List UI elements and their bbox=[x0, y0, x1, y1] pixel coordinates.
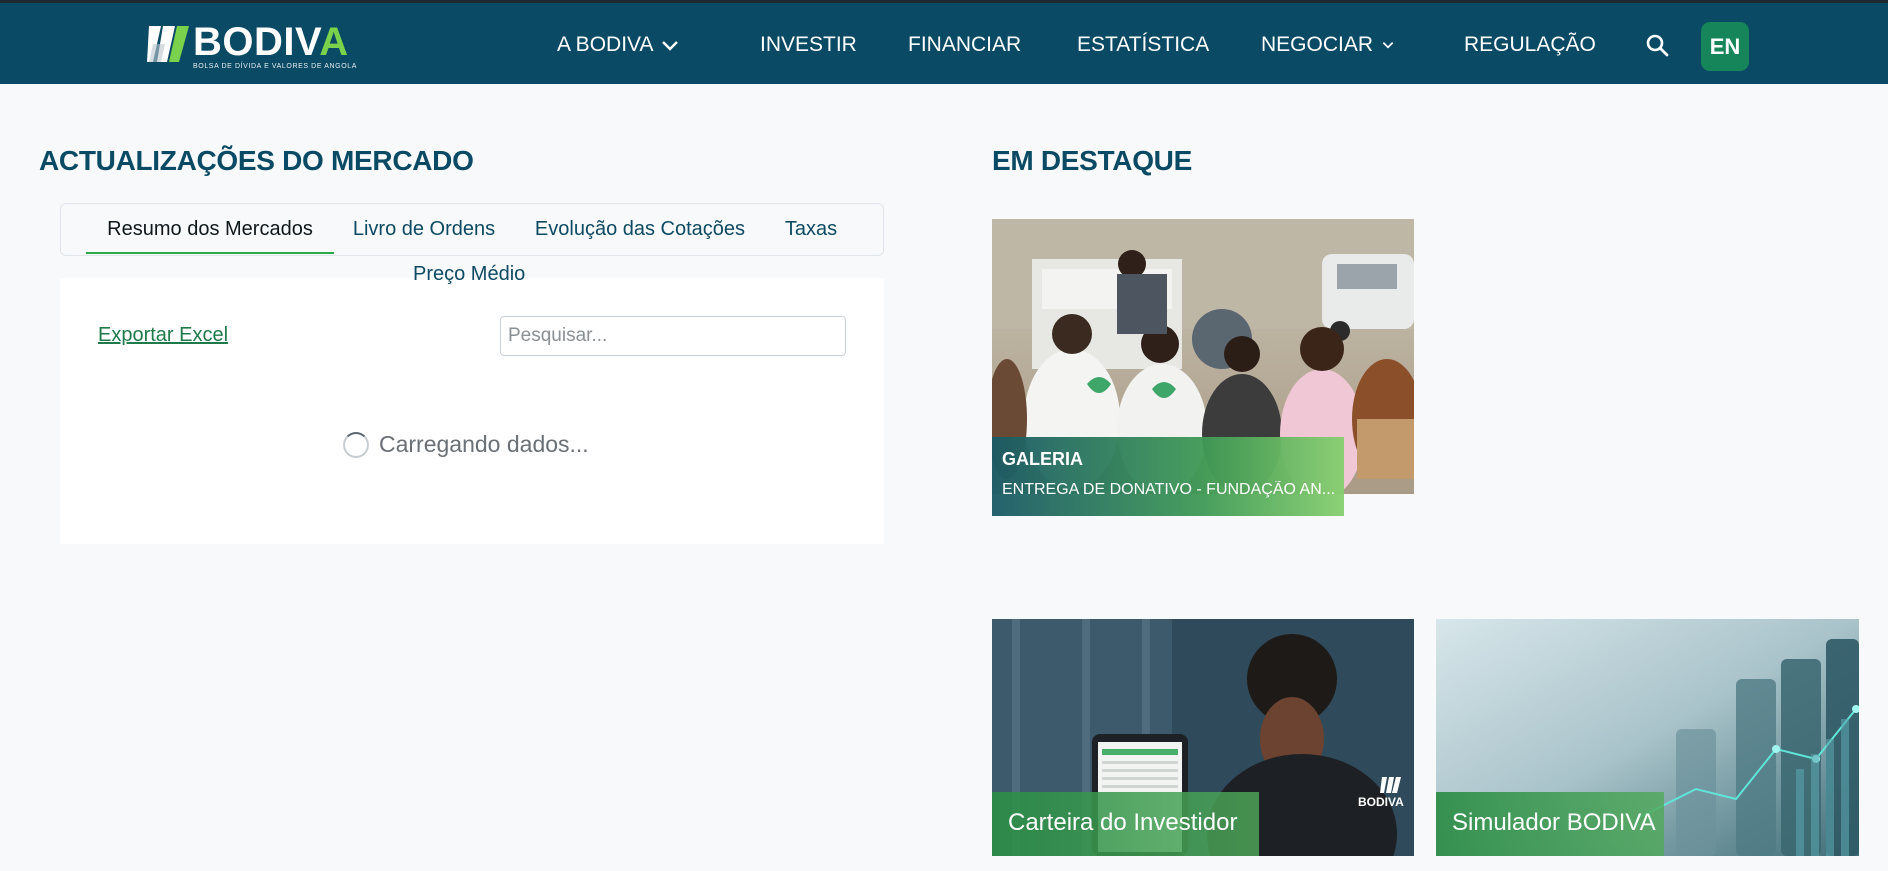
language-toggle-button[interactable]: EN bbox=[1701, 22, 1749, 71]
bodiva-logo[interactable]: BODIVA BOLSA DE DÍVIDA E VALORES DE ANGO… bbox=[147, 22, 357, 71]
logo-tagline: BOLSA DE DÍVIDA E VALORES DE ANGOLA bbox=[193, 63, 358, 70]
search-icon[interactable] bbox=[1645, 33, 1669, 57]
card-watermark-text: BODIVA bbox=[1358, 795, 1404, 809]
loading-spinner-icon bbox=[343, 431, 369, 458]
market-search-input[interactable] bbox=[500, 316, 846, 356]
tab-livro-de-ordens[interactable]: Livro de Ordens bbox=[349, 204, 499, 254]
nav-item-label: NEGOCIAR bbox=[1261, 33, 1374, 56]
chevron-down-icon bbox=[662, 41, 679, 51]
gallery-caption[interactable]: ENTREGA DE DONATIVO - FUNDAÇÃO AN... bbox=[1002, 481, 1337, 499]
loading-indicator: Carregando dados... bbox=[343, 431, 589, 458]
nav-item-label: INVESTIR bbox=[760, 33, 857, 56]
tab-taxas[interactable]: Taxas bbox=[781, 204, 841, 254]
bodiva-watermark-icon bbox=[1380, 777, 1401, 793]
loading-text: Carregando dados... bbox=[379, 431, 589, 457]
bodiva-logo-mark-icon bbox=[147, 26, 189, 62]
export-excel-link[interactable]: Exportar Excel bbox=[98, 324, 228, 347]
carteira-label[interactable]: Carteira do Investidor bbox=[1008, 809, 1237, 837]
chevron-down-icon bbox=[1382, 42, 1394, 49]
nav-item-a-bodiva[interactable]: A BODIVA bbox=[557, 3, 679, 87]
nav-item-investir[interactable]: INVESTIR bbox=[760, 3, 857, 87]
nav-item-label: FINANCIAR bbox=[908, 33, 1022, 56]
featured-section-title: EM DESTAQUE bbox=[992, 145, 1192, 176]
logo-wordmark: BODIVA BOLSA DE DÍVIDA E VALORES DE ANGO… bbox=[193, 20, 358, 70]
nav-item-financiar[interactable]: FINANCIAR bbox=[908, 3, 1021, 87]
tab-preco-medio[interactable]: Preço Médio bbox=[413, 263, 525, 286]
tab-resumo-dos-mercados[interactable]: Resumo dos Mercados bbox=[86, 204, 334, 254]
nav-item-estatistica[interactable]: ESTATÍSTICA bbox=[1077, 3, 1209, 87]
market-tabs: Resumo dos Mercados Livro de Ordens Evol… bbox=[60, 203, 884, 256]
nav-item-negociar[interactable]: NEGOCIAR bbox=[1261, 3, 1395, 87]
simulador-label[interactable]: Simulador BODIVA bbox=[1452, 809, 1656, 837]
nav-item-label: ESTATÍSTICA bbox=[1077, 33, 1210, 56]
gallery-label: GALERIA bbox=[1002, 449, 1083, 469]
market-section-title: ACTUALIZAÇÕES DO MERCADO bbox=[39, 145, 474, 176]
nav-item-label: A BODIVA bbox=[557, 33, 654, 56]
tab-evolucao-das-cotacoes[interactable]: Evolução das Cotações bbox=[527, 204, 753, 254]
nav-item-regulacao[interactable]: REGULAÇÃO bbox=[1464, 3, 1596, 87]
nav-item-label: REGULAÇÃO bbox=[1464, 33, 1596, 56]
top-navigation-bar: BODIVA BOLSA DE DÍVIDA E VALORES DE ANGO… bbox=[0, 0, 1888, 84]
